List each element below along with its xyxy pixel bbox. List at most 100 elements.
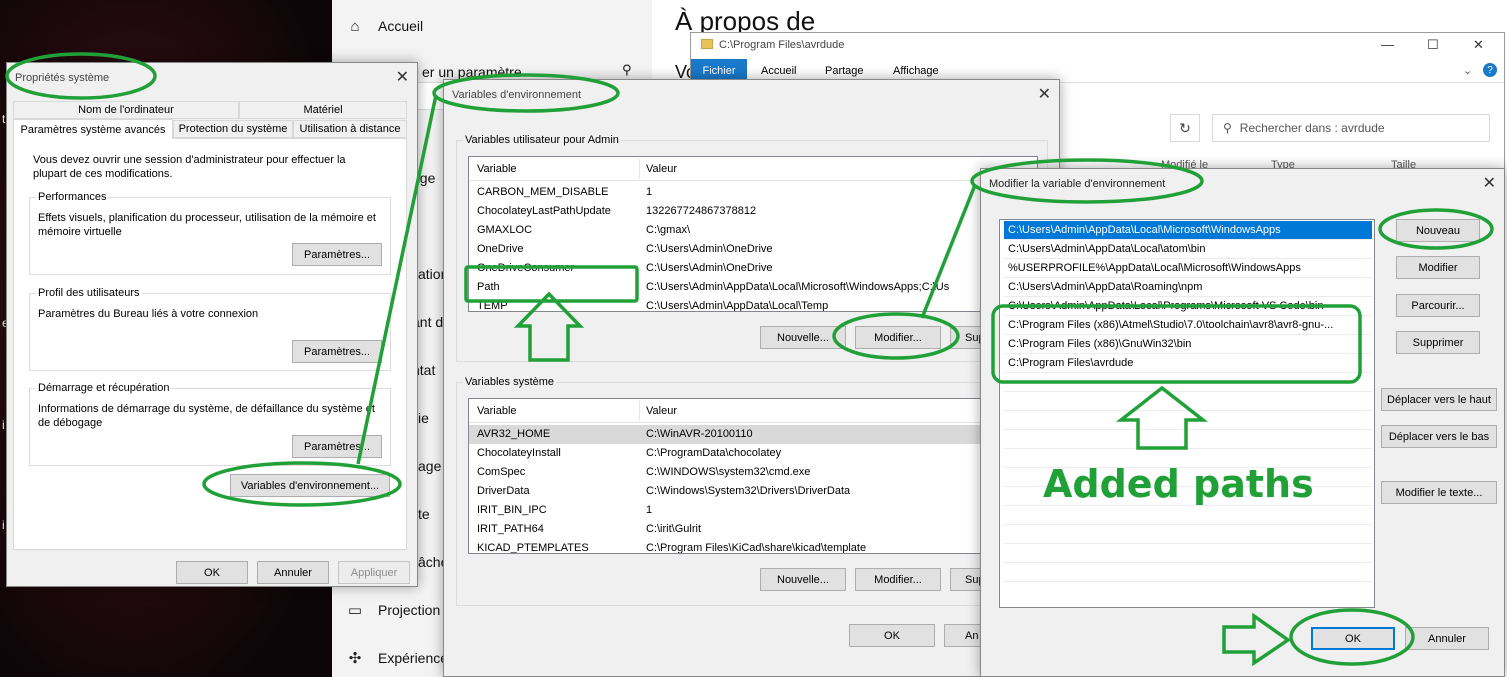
tab-system-protection[interactable]: Protection du système bbox=[173, 120, 293, 138]
table-row-path[interactable]: Path C:\Users\Admin\AppData\Local\Microso… bbox=[469, 278, 1037, 297]
list-item-empty[interactable] bbox=[1004, 544, 1372, 563]
help-icon[interactable]: ? bbox=[1483, 63, 1497, 77]
column-header-variable[interactable]: Variable bbox=[477, 405, 517, 417]
list-item-empty[interactable] bbox=[1004, 563, 1372, 582]
list-item-empty[interactable] bbox=[1004, 411, 1372, 430]
list-item-empty[interactable] bbox=[1004, 392, 1372, 411]
browse-button[interactable]: Parcourir... bbox=[1396, 294, 1480, 317]
close-icon[interactable]: ✕ bbox=[1038, 84, 1051, 104]
user-variables-list[interactable]: Variable Valeur CARBON_MEM_DISABLE 1 Choc… bbox=[468, 156, 1038, 312]
list-item-empty[interactable] bbox=[1004, 373, 1372, 392]
edit-system-variable-button[interactable]: Modifier... bbox=[855, 568, 941, 591]
column-header-variable[interactable]: Variable bbox=[477, 163, 517, 175]
list-item[interactable]: C:\Users\Admin\AppData\Local\atom\bin bbox=[1004, 240, 1372, 259]
group-label: Profil des utilisateurs bbox=[36, 287, 142, 299]
system-variables-list[interactable]: Variable Valeur AVR32_HOME C:\WinAVR-2010… bbox=[468, 398, 1038, 554]
list-item[interactable]: C:\Program Files (x86)\Atmel\Studio\7.0\… bbox=[1004, 316, 1372, 335]
cell-value: 132267724867378812 bbox=[646, 205, 757, 217]
explorer-search-input[interactable]: ⚲ Rechercher dans : avrdude bbox=[1212, 114, 1490, 142]
cell-value: C:\gmax\ bbox=[646, 224, 691, 236]
close-icon[interactable]: ✕ bbox=[396, 67, 409, 87]
table-row[interactable]: AVR32_HOME C:\WinAVR-20100110 bbox=[469, 425, 1037, 444]
apply-button[interactable]: Appliquer bbox=[338, 561, 410, 584]
cancel-button[interactable]: Annuler bbox=[257, 561, 329, 584]
tab-computer-name[interactable]: Nom de l'ordinateur bbox=[13, 101, 239, 119]
list-item[interactable]: C:\Program Files\avrdude bbox=[1004, 354, 1372, 373]
ribbon-tab-share[interactable]: Partage bbox=[825, 65, 864, 77]
column-header-value[interactable]: Valeur bbox=[646, 163, 677, 175]
column-separator bbox=[639, 401, 640, 421]
ok-button[interactable]: OK bbox=[849, 624, 935, 647]
nav-item-home[interactable]: ⌂ Accueil bbox=[346, 16, 423, 36]
desktop-fragment: t bbox=[2, 112, 6, 126]
list-item[interactable]: C:\Program Files (x86)\GnuWin32\bin bbox=[1004, 335, 1372, 354]
edit-text-button[interactable]: Modifier le texte... bbox=[1381, 481, 1497, 504]
table-row[interactable]: IRIT_PATH64 C:\irit\Gulrit bbox=[469, 520, 1037, 539]
table-row[interactable]: TEMP C:\Users\Admin\AppData\Local\Temp bbox=[469, 297, 1037, 312]
edit-user-variable-button[interactable]: Modifier... bbox=[855, 326, 941, 349]
tab-hardware[interactable]: Matériel bbox=[239, 101, 407, 119]
cell-name: GMAXLOC bbox=[477, 224, 533, 236]
search-placeholder: Rechercher dans : avrdude bbox=[1239, 121, 1385, 135]
table-row[interactable]: IRIT_BIN_IPC 1 bbox=[469, 501, 1037, 520]
table-row[interactable]: OneDrive C:\Users\Admin\OneDrive bbox=[469, 240, 1037, 259]
performance-settings-button[interactable]: Paramètres... bbox=[292, 243, 382, 266]
path-list[interactable]: C:\Users\Admin\AppData\Local\Microsoft\W… bbox=[999, 219, 1375, 608]
ribbon-tab-view[interactable]: Affichage bbox=[893, 65, 939, 77]
startup-settings-button[interactable]: Paramètres... bbox=[292, 435, 382, 458]
settings-search-fragment[interactable]: er un paramètre bbox=[422, 64, 522, 80]
nav-item-projection[interactable]: ▭ Projection bbox=[346, 600, 440, 620]
group-label: Démarrage et récupération bbox=[36, 382, 172, 394]
list-item[interactable]: C:\Users\Admin\AppData\Local\Microsoft\W… bbox=[1004, 221, 1372, 240]
move-up-button[interactable]: Déplacer vers le haut bbox=[1381, 388, 1497, 411]
list-header: Variable Valeur bbox=[469, 157, 1037, 181]
list-item[interactable]: %USERPROFILE%\AppData\Local\Microsoft\Wi… bbox=[1004, 259, 1372, 278]
new-user-variable-button[interactable]: Nouvelle... bbox=[760, 326, 846, 349]
chevron-down-icon[interactable]: ⌄ bbox=[1463, 64, 1472, 77]
move-down-button[interactable]: Déplacer vers le bas bbox=[1381, 425, 1497, 448]
tab-remote[interactable]: Utilisation à distance bbox=[293, 120, 407, 138]
list-item[interactable]: C:\Users\Admin\AppData\Roaming\npm bbox=[1004, 278, 1372, 297]
ribbon-tab-home[interactable]: Accueil bbox=[761, 65, 796, 77]
close-icon[interactable]: ✕ bbox=[1483, 173, 1496, 193]
table-row[interactable]: KICAD_PTEMPLATES C:\Program Files\KiCad\s… bbox=[469, 539, 1037, 554]
table-row[interactable]: ComSpec C:\WINDOWS\system32\cmd.exe bbox=[469, 463, 1037, 482]
list-item-empty[interactable] bbox=[1004, 525, 1372, 544]
tab-advanced-settings[interactable]: Paramètres système avancés bbox=[13, 119, 173, 139]
settings-fragment: ie bbox=[418, 410, 429, 426]
cell-name: CARBON_MEM_DISABLE bbox=[477, 186, 609, 198]
table-row[interactable]: OneDriveConsumer C:\Users\Admin\OneDrive bbox=[469, 259, 1037, 278]
folder-icon bbox=[701, 39, 713, 49]
close-icon[interactable]: ✕ bbox=[1473, 37, 1484, 53]
maximize-icon[interactable]: ☐ bbox=[1427, 37, 1439, 53]
minimize-icon[interactable]: — bbox=[1381, 37, 1394, 52]
environment-variables-button[interactable]: Variables d'environnement... bbox=[230, 474, 390, 497]
list-item[interactable]: C:\Users\Admin\AppData\Local\Programs\Mi… bbox=[1004, 297, 1372, 316]
table-row[interactable]: ChocolateyLastPathUpdate 1322677248673788… bbox=[469, 202, 1037, 221]
column-header-value[interactable]: Valeur bbox=[646, 405, 677, 417]
ok-button[interactable]: OK bbox=[176, 561, 248, 584]
edit-environment-variable-dialog: Modifier la variable d'environnement ✕ C… bbox=[980, 168, 1505, 677]
table-row[interactable]: ChocolateyInstall C:\ProgramData\chocolat… bbox=[469, 444, 1037, 463]
cell-value: C:\Users\Admin\AppData\Local\Temp bbox=[646, 300, 829, 312]
list-item-empty[interactable] bbox=[1004, 430, 1372, 449]
table-row[interactable]: CARBON_MEM_DISABLE 1 bbox=[469, 183, 1037, 202]
new-path-button[interactable]: Nouveau bbox=[1396, 219, 1480, 242]
table-row[interactable]: DriverData C:\Windows\System32\Drivers\Dr… bbox=[469, 482, 1037, 501]
nav-label: Projection bbox=[378, 602, 441, 618]
dialog-title: Variables d'environnement bbox=[452, 89, 582, 101]
ok-button[interactable]: OK bbox=[1311, 627, 1395, 650]
edit-path-button[interactable]: Modifier bbox=[1396, 256, 1480, 279]
new-system-variable-button[interactable]: Nouvelle... bbox=[760, 568, 846, 591]
cancel-button[interactable]: Annuler bbox=[1405, 627, 1489, 650]
performance-group: Performances Effets visuels, planificati… bbox=[29, 191, 391, 275]
table-row[interactable]: GMAXLOC C:\gmax\ bbox=[469, 221, 1037, 240]
profile-settings-button[interactable]: Paramètres... bbox=[292, 340, 382, 363]
cell-name: DriverData bbox=[477, 485, 530, 497]
refresh-icon[interactable]: ↻ bbox=[1170, 114, 1200, 142]
list-item-empty[interactable] bbox=[1004, 506, 1372, 525]
cell-value: C:\Program Files\KiCad\share\kicad\templ… bbox=[646, 542, 867, 554]
cell-value: C:\WINDOWS\system32\cmd.exe bbox=[646, 466, 811, 478]
cell-value: C:\Users\Admin\OneDrive bbox=[646, 243, 773, 255]
delete-path-button[interactable]: Supprimer bbox=[1396, 331, 1480, 354]
